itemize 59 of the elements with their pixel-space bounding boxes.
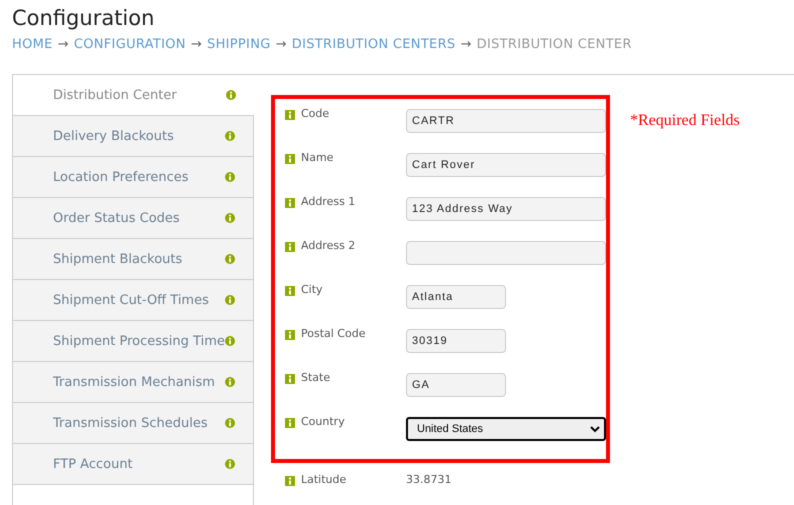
chevron-down-icon [590, 426, 600, 432]
sidebar-tab[interactable]: Shipment Blackouts [13, 239, 253, 280]
info-icon [225, 418, 235, 428]
page-title: Configuration [12, 5, 156, 32]
sidebar-tab[interactable]: FTP Account [13, 444, 253, 485]
field-label: Code [301, 106, 330, 120]
field-label: Country [301, 414, 346, 428]
breadcrumb-link[interactable]: SHIPPING [207, 36, 271, 54]
input-field[interactable]: GA [406, 373, 506, 397]
input-field[interactable]: Cart Rover [406, 153, 606, 177]
info-icon [226, 90, 236, 100]
sidebar-tab[interactable]: Transmission Schedules [13, 403, 253, 444]
arrow-separator: → [276, 36, 287, 54]
input-field[interactable]: Atlanta [406, 285, 506, 309]
arrow-separator: → [460, 36, 472, 54]
sidebar-tab[interactable]: Location Preferences [13, 157, 253, 198]
info-icon [285, 110, 295, 120]
info-icon [225, 131, 235, 141]
field-label: Address 2 [301, 238, 356, 252]
info-icon [225, 459, 235, 469]
info-icon [285, 242, 295, 252]
info-icon [285, 374, 295, 384]
sidebar-tab[interactable]: Distribution Center [13, 75, 254, 116]
info-icon [285, 198, 295, 208]
info-icon [285, 330, 295, 340]
info-icon [225, 254, 235, 264]
info-icon [285, 154, 295, 164]
info-icon [285, 476, 295, 486]
input-field[interactable]: 123 Address Way [406, 197, 606, 221]
field-label: Latitude [301, 472, 348, 486]
info-icon [225, 295, 235, 305]
country-dropdown[interactable]: United States [406, 417, 606, 441]
breadcrumb-link[interactable]: HOME [12, 36, 53, 54]
input-field[interactable]: CARTR [406, 109, 606, 133]
sidebar-tab[interactable]: Transmission Mechanism [13, 362, 253, 403]
breadcrumb-current: DISTRIBUTION CENTER [476, 36, 632, 54]
breadcrumb-link[interactable]: CONFIGURATION [74, 36, 186, 54]
field-value: 33.8731 [406, 472, 452, 486]
field-label: State [301, 370, 332, 384]
info-icon [285, 286, 295, 296]
info-icon [225, 377, 235, 387]
field-label: City [301, 282, 324, 296]
sidebar-tab[interactable]: Shipment Processing Time [13, 321, 253, 362]
field-label: Postal Code [301, 326, 366, 340]
info-icon [225, 172, 235, 182]
sidebar-tab[interactable]: Shipment Cut-Off Times [13, 280, 253, 321]
sidebar-tab[interactable]: Order Status Codes [13, 198, 253, 239]
info-icon [225, 336, 235, 346]
info-icon [225, 213, 235, 223]
input-field[interactable]: 30319 [406, 329, 506, 353]
input-field[interactable] [406, 241, 606, 265]
arrow-separator: → [190, 36, 202, 54]
breadcrumb-link[interactable]: DISTRIBUTION CENTERS [292, 36, 456, 54]
sidebar-tab[interactable]: Delivery Blackouts [13, 116, 253, 157]
field-label: Name [301, 150, 334, 164]
info-icon [285, 418, 295, 428]
field-label: Address 1 [301, 194, 356, 208]
arrow-separator: → [58, 36, 69, 54]
required-note: *Required Fields [630, 112, 740, 131]
